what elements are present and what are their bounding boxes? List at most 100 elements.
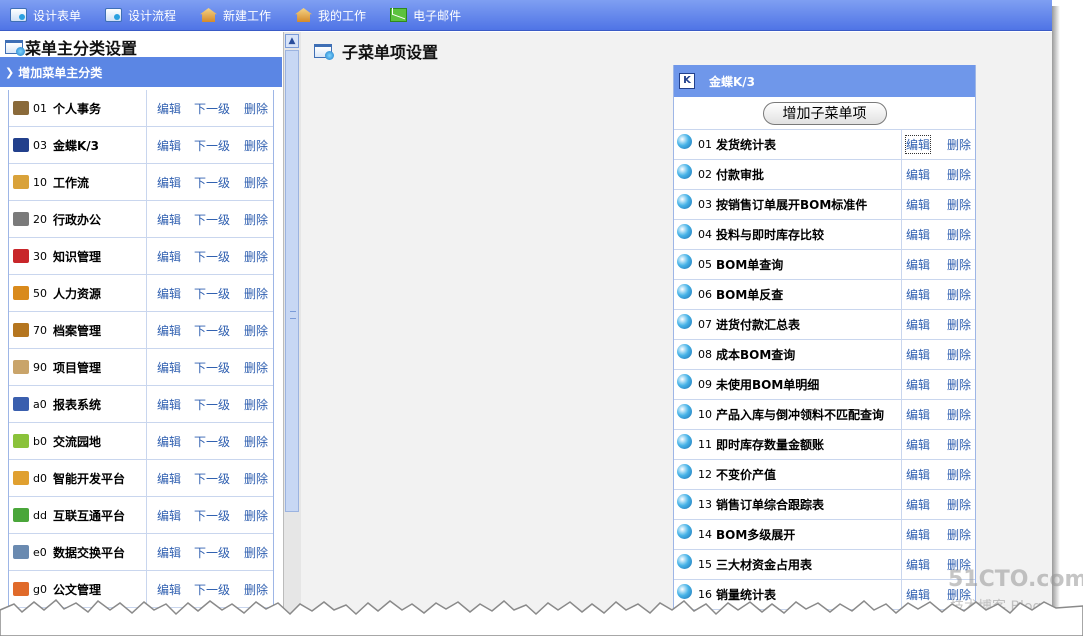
add-main-category-button[interactable]: ❯ 增加菜单主分类 (0, 57, 282, 87)
next-level-link[interactable]: 下一级 (194, 285, 230, 302)
edit-link[interactable]: 编辑 (157, 470, 181, 487)
edit-link[interactable]: 编辑 (157, 507, 181, 524)
panel-splitter[interactable]: ▲ (283, 32, 301, 636)
submenu-row: 12 不变价产值 编辑 删除 (674, 460, 975, 490)
next-level-link[interactable]: 下一级 (194, 433, 230, 450)
toolbar-my-work[interactable]: 我的工作 (295, 7, 366, 24)
edit-link[interactable]: 编辑 (906, 316, 930, 333)
edit-link[interactable]: 编辑 (906, 436, 930, 453)
delete-link[interactable]: 删除 (244, 322, 268, 339)
delete-link[interactable]: 删除 (947, 526, 971, 543)
add-submenu-button[interactable]: 增加子菜单项 (762, 101, 887, 125)
next-level-link[interactable]: 下一级 (194, 100, 230, 117)
submenu-name-cell: 07 进货付款汇总表 (674, 310, 902, 339)
edit-link[interactable]: 编辑 (906, 286, 930, 303)
edit-link[interactable]: 编辑 (906, 226, 930, 243)
delete-link[interactable]: 删除 (947, 196, 971, 213)
category-row: d0 智能开发平台 编辑 下一级 删除 (9, 460, 273, 497)
edit-link[interactable]: 编辑 (157, 322, 181, 339)
house-icon (295, 8, 313, 22)
next-level-link[interactable]: 下一级 (194, 211, 230, 228)
next-level-link[interactable]: 下一级 (194, 507, 230, 524)
delete-link[interactable]: 删除 (244, 359, 268, 376)
next-level-link[interactable]: 下一级 (194, 248, 230, 265)
delete-link[interactable]: 删除 (244, 137, 268, 154)
edit-link[interactable]: 编辑 (157, 285, 181, 302)
next-level-link[interactable]: 下一级 (194, 544, 230, 561)
delete-link[interactable]: 删除 (244, 248, 268, 265)
category-name-cell: a0 报表系统 (9, 386, 147, 422)
delete-link[interactable]: 删除 (947, 346, 971, 363)
delete-link[interactable]: 删除 (947, 166, 971, 183)
category-icon (13, 508, 29, 522)
delete-link[interactable]: 删除 (244, 507, 268, 524)
edit-link[interactable]: 编辑 (906, 196, 930, 213)
chevron-right-icon: ❯ (5, 65, 15, 79)
edit-link[interactable]: 编辑 (157, 544, 181, 561)
edit-link[interactable]: 编辑 (906, 376, 930, 393)
delete-link[interactable]: 删除 (244, 470, 268, 487)
delete-link[interactable]: 删除 (947, 466, 971, 483)
delete-link[interactable]: 删除 (947, 256, 971, 273)
edit-link[interactable]: 编辑 (157, 211, 181, 228)
category-row: 30 知识管理 编辑 下一级 删除 (9, 238, 273, 275)
edit-link[interactable]: 编辑 (157, 174, 181, 191)
edit-link[interactable]: 编辑 (906, 406, 930, 423)
submenu-name-cell: 09 未使用BOM单明细 (674, 370, 902, 399)
submenu-code: 02 (698, 168, 712, 181)
delete-link[interactable]: 删除 (947, 316, 971, 333)
delete-link[interactable]: 删除 (947, 376, 971, 393)
delete-link[interactable]: 删除 (244, 100, 268, 117)
delete-link[interactable]: 删除 (244, 433, 268, 450)
edit-link[interactable]: 编辑 (906, 346, 930, 363)
category-name-cell: 70 档案管理 (9, 312, 147, 348)
category-code: 03 (33, 138, 47, 152)
edit-link[interactable]: 编辑 (157, 433, 181, 450)
category-icon (13, 360, 29, 374)
edit-link[interactable]: 编辑 (906, 526, 930, 543)
toolbar-email[interactable]: 电子邮件 (390, 7, 461, 24)
next-level-link[interactable]: 下一级 (194, 174, 230, 191)
edit-link[interactable]: 编辑 (906, 556, 930, 573)
window-icon (314, 44, 334, 60)
delete-link[interactable]: 删除 (244, 544, 268, 561)
edit-link[interactable]: 编辑 (157, 248, 181, 265)
edit-link[interactable]: 编辑 (906, 466, 930, 483)
collapse-up-icon[interactable]: ▲ (285, 34, 299, 48)
next-level-link[interactable]: 下一级 (194, 359, 230, 376)
delete-link[interactable]: 删除 (947, 436, 971, 453)
submenu-label: 即时库存数量金额账 (716, 438, 825, 452)
mail-icon (390, 8, 408, 22)
edit-link[interactable]: 编辑 (904, 135, 932, 154)
left-panel-title: 菜单主分类设置 (5, 36, 137, 58)
edit-link[interactable]: 编辑 (906, 166, 930, 183)
edit-link[interactable]: 编辑 (157, 137, 181, 154)
delete-link[interactable]: 删除 (947, 136, 971, 153)
delete-link[interactable]: 删除 (244, 211, 268, 228)
toolbar-new-work[interactable]: 新建工作 (200, 7, 271, 24)
edit-link[interactable]: 编辑 (157, 396, 181, 413)
next-level-link[interactable]: 下一级 (194, 322, 230, 339)
edit-link[interactable]: 编辑 (157, 100, 181, 117)
delete-link[interactable]: 删除 (947, 406, 971, 423)
toolbar-label: 电子邮件 (413, 8, 462, 23)
edit-link[interactable]: 编辑 (906, 496, 930, 513)
delete-link[interactable]: 删除 (244, 285, 268, 302)
delete-link[interactable]: 删除 (947, 286, 971, 303)
next-level-link[interactable]: 下一级 (194, 470, 230, 487)
delete-link[interactable]: 删除 (947, 226, 971, 243)
next-level-link[interactable]: 下一级 (194, 137, 230, 154)
next-level-link[interactable]: 下一级 (194, 396, 230, 413)
delete-link[interactable]: 删除 (244, 174, 268, 191)
toolbar-design-form[interactable]: 设计表单 (10, 7, 81, 24)
delete-link[interactable]: 删除 (244, 396, 268, 413)
globe-icon (677, 404, 692, 419)
toolbar-design-flow[interactable]: 设计流程 (105, 7, 176, 24)
edit-link[interactable]: 编辑 (906, 256, 930, 273)
category-row: 01 个人事务 编辑 下一级 删除 (9, 90, 273, 127)
scrollbar-track[interactable] (285, 50, 299, 512)
submenu-label: 不变价产值 (716, 468, 777, 482)
edit-link[interactable]: 编辑 (157, 359, 181, 376)
submenu-row: 13 销售订单综合跟踪表 编辑 删除 (674, 490, 975, 520)
delete-link[interactable]: 删除 (947, 496, 971, 513)
